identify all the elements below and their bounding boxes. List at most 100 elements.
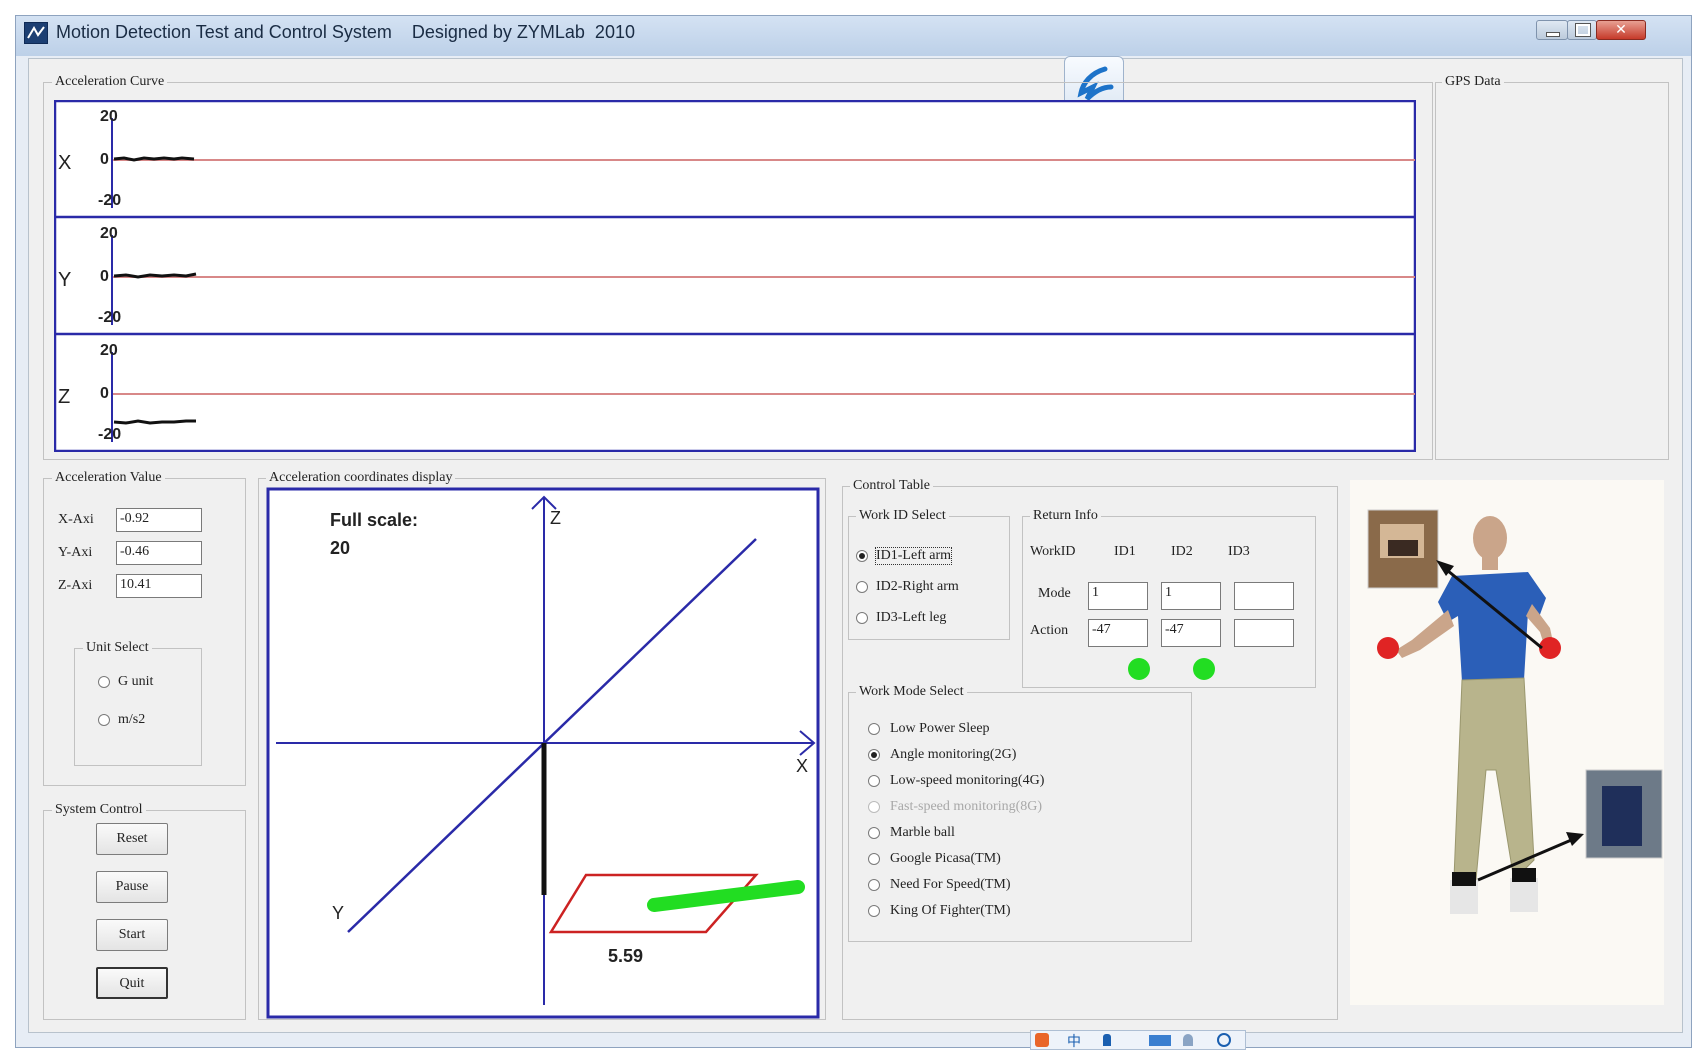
id1-header: ID1 [1114, 544, 1136, 559]
id2-right-arm-label[interactable]: ID2-Right arm [876, 579, 959, 595]
magnitude-value: 5.59 [608, 946, 644, 966]
punctuation-icon[interactable] [1103, 1034, 1111, 1046]
z-axis-label: Z [550, 508, 561, 528]
window-title: Motion Detection Test and Control System… [56, 22, 635, 42]
low-power-sleep-radio[interactable] [868, 723, 880, 735]
action-id3-field[interactable] [1234, 619, 1294, 647]
id2-header: ID2 [1171, 544, 1193, 559]
figure-left-arm [1396, 610, 1454, 658]
sogou-icon[interactable] [1035, 1033, 1049, 1047]
x-axis-name: X [58, 152, 72, 174]
id1-left-arm-label[interactable]: ID1-Left arm [874, 547, 953, 565]
x-top-tick: 20 [100, 108, 118, 125]
y-bottom-tick: -20 [98, 309, 122, 326]
x-axi-field[interactable]: -0.92 [116, 508, 202, 532]
mode-id2-field[interactable]: 1 [1161, 582, 1221, 610]
keyboard-icon[interactable] [1149, 1035, 1171, 1046]
z-top-tick: 20 [100, 342, 118, 359]
coord-display-label: Acceleration coordinates display [266, 470, 456, 486]
fast-speed-monitoring-label[interactable]: Fast-speed monitoring(8G) [890, 799, 1042, 815]
id3-header: ID3 [1228, 544, 1250, 559]
low-speed-monitoring-label[interactable]: Low-speed monitoring(4G) [890, 773, 1044, 789]
chinese-input-icon[interactable]: 中 [1067, 1031, 1081, 1051]
angle-monitoring-radio[interactable] [868, 749, 880, 761]
figure-pants [1453, 677, 1535, 882]
z-zero-tick: 0 [100, 385, 109, 402]
marble-ball-label[interactable]: Marble ball [890, 825, 955, 841]
king-of-fighter-label[interactable]: King Of Fighter(TM) [890, 903, 1011, 919]
ms2-radio[interactable] [98, 714, 110, 726]
need-for-speed-label[interactable]: Need For Speed(TM) [890, 877, 1011, 893]
fast-speed-monitoring-radio[interactable] [868, 801, 880, 813]
z-axi-label: Z-Axi [58, 578, 93, 593]
z-axis-name: Z [58, 386, 71, 408]
unit-select-label: Unit Select [83, 640, 152, 656]
acceleration-curve-label: Acceleration Curve [52, 74, 168, 90]
y-axi-field[interactable]: -0.46 [116, 541, 202, 565]
y-top-tick: 20 [100, 225, 118, 242]
low-speed-monitoring-radio[interactable] [868, 775, 880, 787]
pause-button[interactable]: Pause [96, 871, 168, 903]
ime-toolbar[interactable]: 中 [1030, 1030, 1246, 1050]
minimize-icon[interactable] [1536, 20, 1568, 40]
z-bottom-tick: -20 [98, 426, 122, 443]
x-axi-label: X-Axi [58, 512, 94, 527]
angle-monitoring-label[interactable]: Angle monitoring(2G) [890, 747, 1016, 763]
x-zero-tick: 0 [100, 151, 109, 168]
action-id1-field[interactable]: -47 [1088, 619, 1148, 647]
unit-select-group [74, 648, 202, 766]
z-axi-field[interactable]: 10.41 [116, 574, 202, 598]
action-id2-field[interactable]: -47 [1161, 619, 1221, 647]
y-axis-name: Y [58, 269, 72, 291]
mode-id1-field[interactable]: 1 [1088, 582, 1148, 610]
y-zero-tick: 0 [100, 268, 109, 285]
low-power-sleep-label[interactable]: Low Power Sleep [890, 721, 990, 737]
google-picasa-label[interactable]: Google Picasa(TM) [890, 851, 1001, 867]
need-for-speed-radio[interactable] [868, 879, 880, 891]
return-info-label: Return Info [1030, 508, 1101, 524]
start-button[interactable]: Start [96, 919, 168, 951]
user-icon[interactable] [1183, 1034, 1193, 1046]
control-table-label: Control Table [850, 478, 933, 494]
marble-ball-radio[interactable] [868, 827, 880, 839]
id1-left-arm-radio[interactable] [856, 550, 868, 562]
workid-header: WorkID [1030, 544, 1076, 559]
google-picasa-radio[interactable] [868, 853, 880, 865]
g-unit-label[interactable]: G unit [118, 674, 153, 690]
maximize-icon[interactable] [1567, 20, 1597, 40]
coord-3d-plot [266, 487, 820, 1019]
app-icon [24, 22, 48, 44]
gps-data-group [1435, 82, 1669, 460]
id2-status-indicator [1193, 658, 1215, 680]
y-signal-trace [113, 272, 197, 279]
acceleration-value-label: Acceleration Value [52, 470, 165, 486]
mode-id3-field[interactable] [1234, 582, 1294, 610]
gps-data-label: GPS Data [1442, 74, 1504, 90]
y-axis-label: Y [332, 903, 345, 923]
work-mode-select-label: Work Mode Select [856, 684, 967, 700]
acceleration-curve-plot [54, 100, 1416, 452]
action-label: Action [1030, 623, 1069, 638]
left-wrist-sensor [1377, 637, 1399, 659]
right-wrist-sensor [1539, 637, 1561, 659]
g-unit-radio[interactable] [98, 676, 110, 688]
id2-right-arm-radio[interactable] [856, 581, 868, 593]
work-id-select-label: Work ID Select [856, 508, 949, 524]
id3-left-leg-radio[interactable] [856, 612, 868, 624]
king-of-fighter-radio[interactable] [868, 905, 880, 917]
figure-head [1473, 516, 1507, 560]
tool-icon[interactable] [1217, 1033, 1231, 1047]
reset-button[interactable]: Reset [96, 823, 168, 855]
quit-button[interactable]: Quit [96, 967, 168, 999]
id3-left-leg-label[interactable]: ID3-Left leg [876, 610, 946, 626]
mode-label: Mode [1038, 586, 1071, 601]
system-control-label: System Control [52, 802, 146, 818]
y-axi-label: Y-Axi [58, 545, 93, 560]
right-leg-sensor-band [1512, 868, 1536, 882]
x-bottom-tick: -20 [98, 192, 122, 209]
figure-shirt [1438, 572, 1546, 682]
full-scale-value: 20 [330, 538, 351, 558]
close-icon[interactable]: ✕ [1596, 20, 1646, 40]
ms2-label[interactable]: m/s2 [118, 712, 145, 728]
id1-status-indicator [1128, 658, 1150, 680]
